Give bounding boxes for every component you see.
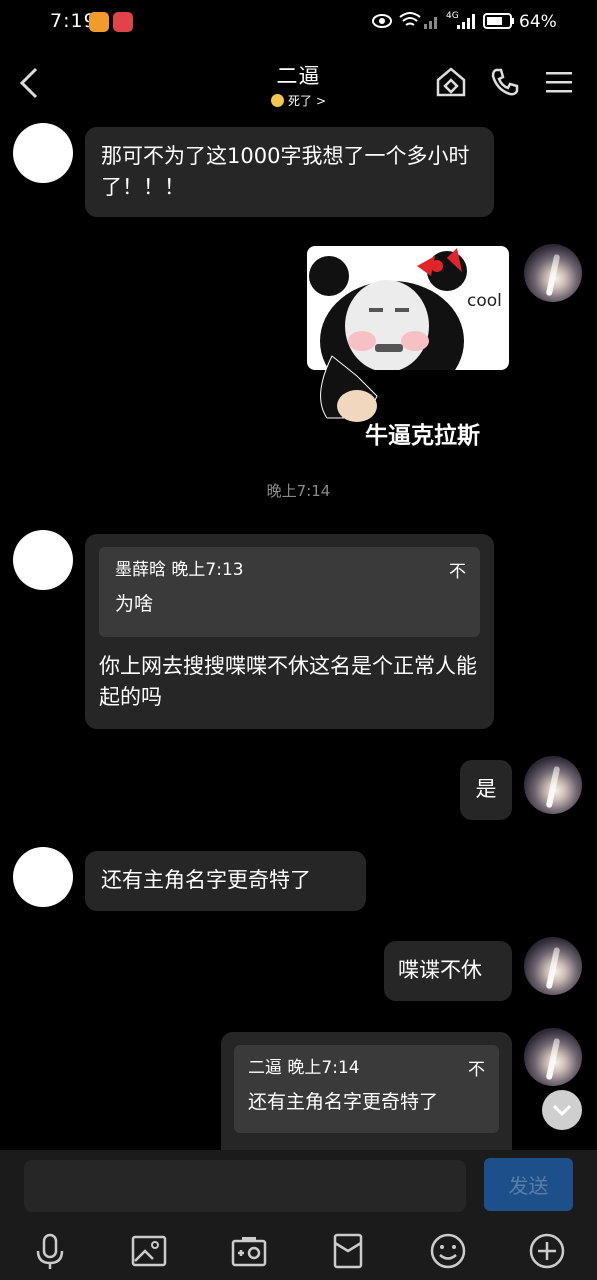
header-actions — [435, 66, 575, 98]
chevron-right-icon: > — [315, 93, 327, 108]
camera-icon[interactable] — [230, 1232, 268, 1270]
input-bar: 发送 — [0, 1150, 597, 1280]
quote-close: 不 — [468, 1060, 485, 1080]
sticker-image[interactable]: cool 牛逼克拉斯 — [307, 246, 509, 449]
user-avatar[interactable] — [524, 937, 582, 995]
chevron-down-icon — [552, 1104, 572, 1117]
menu-icon[interactable] — [543, 66, 575, 98]
message-bubble[interactable]: 那可不为了这1000字我想了一个多小时了！！！ — [85, 127, 494, 217]
message-input[interactable] — [24, 1160, 466, 1212]
quote-close: 不 — [449, 562, 466, 582]
house-icon[interactable] — [435, 66, 467, 98]
contact-avatar[interactable] — [13, 847, 73, 907]
message-text: 那可不为了这1000字我想了一个多小时了！！！ — [101, 144, 470, 199]
quote-author: 二逼 晚上7:14 — [248, 1058, 360, 1078]
status-text: 死了 — [287, 94, 312, 108]
contact-avatar[interactable] — [13, 530, 73, 590]
timestamp: 晚上7:14 — [266, 482, 331, 500]
reply-bubble[interactable]: 二逼 晚上7:14 不 还有主角名字更奇特了 — [221, 1032, 512, 1162]
red-packet-icon[interactable] — [329, 1232, 367, 1270]
message-text: 喋谍不休 — [398, 958, 482, 982]
user-avatar[interactable] — [524, 244, 582, 302]
microphone-icon[interactable] — [31, 1232, 69, 1270]
quote-text: 还有主角名字更奇特了 — [248, 1091, 439, 1113]
message-text: 是 — [475, 777, 497, 801]
quoted-message[interactable]: 二逼 晚上7:14 不 还有主角名字更奇特了 — [234, 1045, 499, 1133]
notification-app-icon — [113, 12, 133, 32]
image-icon[interactable] — [130, 1232, 168, 1270]
quote-text: 为啥 — [115, 593, 154, 615]
signal-icon-2 — [457, 14, 475, 29]
scroll-down-button[interactable] — [542, 1090, 582, 1130]
eye-icon — [372, 14, 392, 28]
message-bubble[interactable]: 还有主角名字更奇特了 — [85, 851, 366, 911]
user-avatar[interactable] — [524, 756, 582, 814]
contact-avatar[interactable] — [13, 123, 73, 183]
send-button[interactable]: 发送 — [484, 1158, 573, 1211]
sticker-tag: cool — [467, 291, 502, 311]
wifi-icon — [399, 12, 421, 26]
plus-icon[interactable] — [528, 1232, 566, 1270]
sticker-caption: 牛逼克拉斯 — [365, 423, 480, 449]
emoji-icon[interactable] — [429, 1232, 467, 1270]
status-emoji-icon — [270, 94, 284, 107]
quote-author: 墨薛晗 晚上7:13 — [115, 560, 244, 580]
input-toolbar — [0, 1228, 597, 1274]
user-avatar[interactable] — [524, 1028, 582, 1086]
battery-icon — [483, 13, 514, 29]
chat-header: 二逼 死了 > — [0, 48, 597, 118]
phone-icon[interactable] — [489, 66, 521, 98]
message-text: 你上网去搜搜喋喋不休这名是个正常人能起的吗 — [99, 654, 477, 709]
status-bar: 7:19 4G 64% — [0, 0, 597, 48]
battery-level: 64% — [519, 12, 557, 32]
quoted-message[interactable]: 墨薛晗 晚上7:13 不 为啥 — [99, 547, 480, 637]
reply-bubble[interactable]: 墨薛晗 晚上7:13 不 为啥 你上网去搜搜喋喋不休这名是个正常人能起的吗 — [85, 534, 494, 729]
video-app-icon — [89, 12, 109, 32]
signal-icon — [424, 17, 437, 29]
message-bubble[interactable]: 喋谍不休 — [384, 941, 512, 1001]
message-text: 还有主角名字更奇特了 — [101, 868, 311, 892]
message-bubble[interactable]: 是 — [460, 760, 512, 820]
